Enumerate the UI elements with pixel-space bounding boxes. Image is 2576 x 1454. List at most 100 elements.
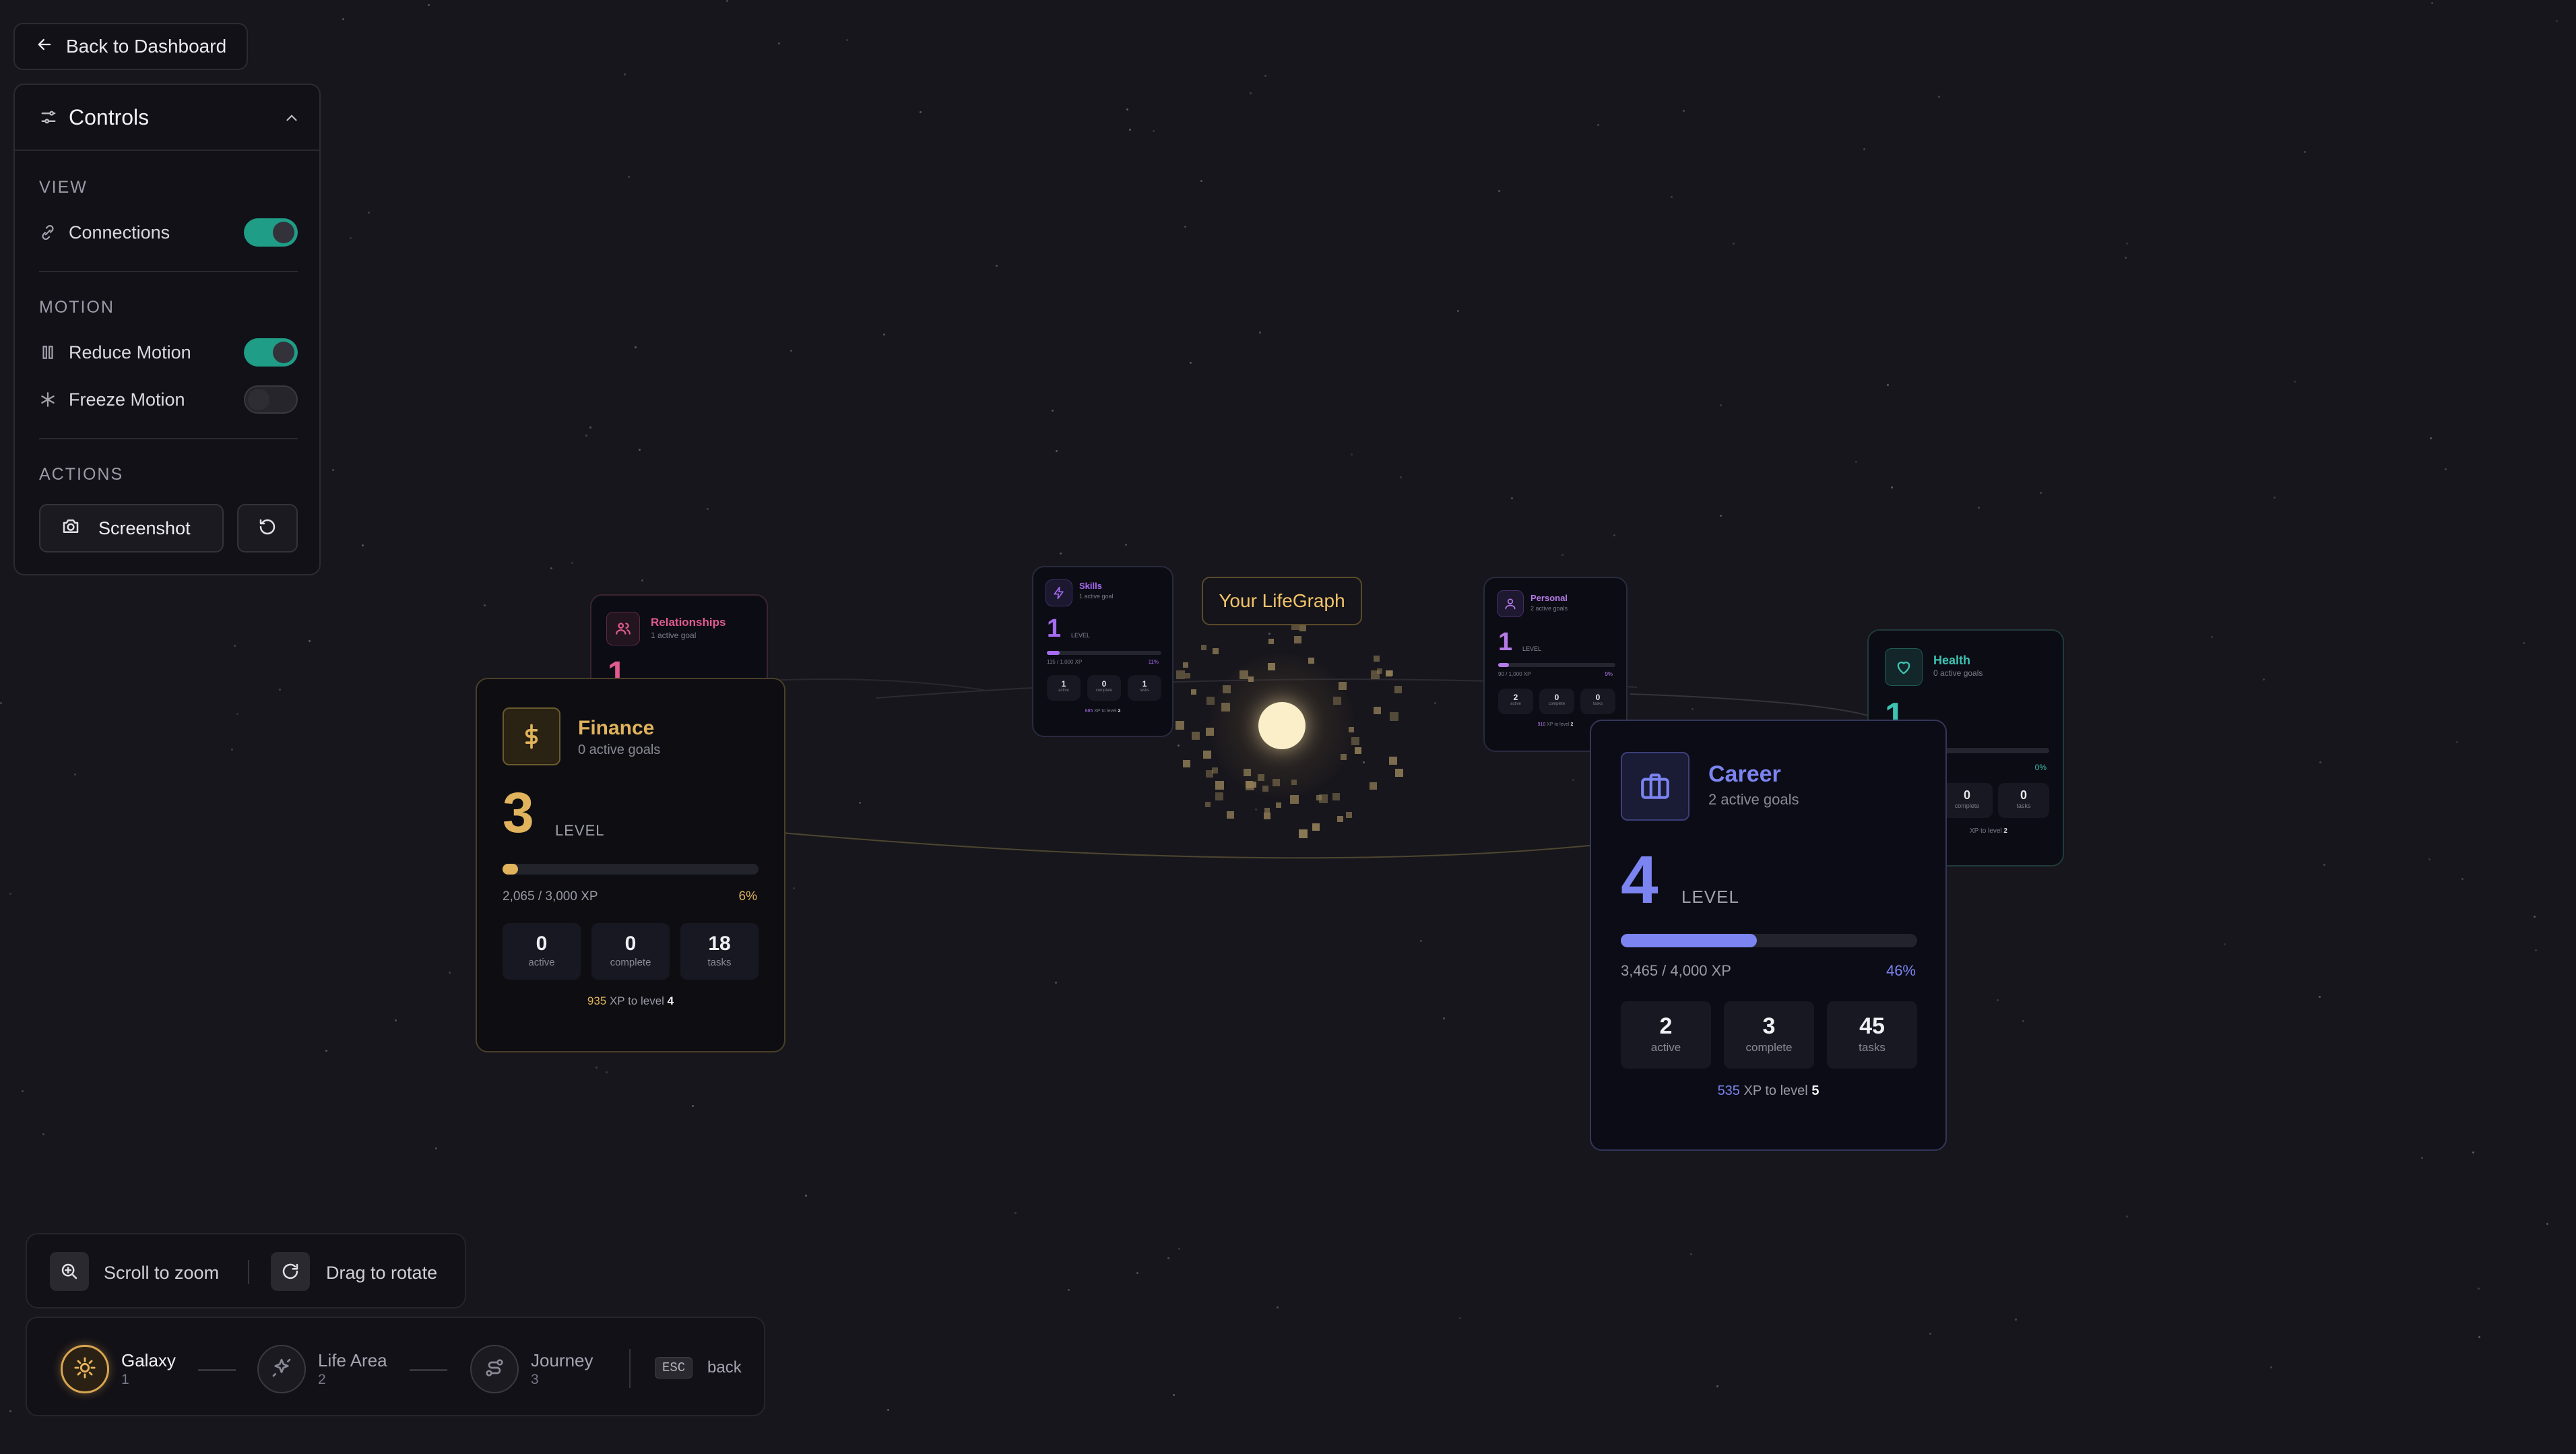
particle — [1355, 747, 1361, 754]
particle — [1176, 670, 1185, 679]
particle — [1276, 802, 1281, 808]
personal-pct: 9% — [1605, 671, 1613, 677]
particle — [1299, 625, 1306, 631]
reset-button[interactable] — [237, 504, 298, 552]
connections-toggle[interactable] — [244, 218, 298, 247]
career-stat-complete: 3 complete — [1724, 1001, 1814, 1069]
skills-stat-tasks: 1 tasks — [1128, 675, 1161, 701]
particle — [1351, 737, 1359, 745]
health-xp-to-level: XP to level 2 — [1970, 827, 2007, 835]
career-pct: 46% — [1886, 962, 1916, 979]
personal-level: 1 — [1498, 628, 1513, 656]
particle — [1206, 770, 1213, 778]
drag-to-rotate-hint: Drag to rotate — [326, 1263, 438, 1283]
motion-section-label: MOTION — [39, 298, 115, 317]
sun-core[interactable] — [1258, 702, 1306, 749]
finance-card[interactable]: Finance 0 active goals 3 LEVEL 2,065 / 3… — [476, 678, 785, 1052]
skills-pct: 11% — [1148, 659, 1159, 665]
particle — [1264, 813, 1270, 819]
actions-section-label: ACTIONS — [39, 465, 124, 484]
skills-card[interactable]: Skills 1 active goal 1 LEVEL 115 / 1,000… — [1032, 566, 1173, 737]
particle — [1394, 686, 1402, 693]
particle — [1246, 781, 1253, 788]
reduce-motion-toggle[interactable] — [244, 338, 298, 367]
sliders-icon — [39, 108, 58, 130]
finance-stat-active: 0 active — [503, 923, 581, 980]
career-card[interactable]: Career 2 active goals 4 LEVEL 3,465 / 4,… — [1590, 720, 1947, 1151]
esc-key[interactable]: ESC — [655, 1357, 693, 1379]
personal-stat-tasks: 0 tasks — [1580, 689, 1615, 714]
user-icon — [1497, 590, 1524, 617]
particle — [1223, 685, 1231, 693]
particle — [1205, 802, 1211, 807]
relationships-subtitle: 1 active goal — [651, 631, 697, 640]
skills-progress-track — [1047, 651, 1161, 655]
career-name: Career — [1708, 761, 1781, 787]
screenshot-button[interactable]: Screenshot — [39, 504, 224, 552]
career-stat-tasks: 45 tasks — [1827, 1001, 1917, 1069]
galaxy-number: 1 — [121, 1372, 129, 1387]
journey-step[interactable] — [470, 1345, 519, 1393]
link-icon — [39, 224, 57, 241]
particle — [1206, 697, 1215, 705]
back-to-dashboard-button[interactable]: Back to Dashboard — [13, 23, 248, 70]
personal-progress-fill — [1498, 663, 1509, 667]
finance-xp-to-level: 935 XP to level 4 — [587, 994, 674, 1007]
freeze-motion-toggle[interactable] — [244, 385, 298, 414]
skills-level-label: LEVEL — [1071, 632, 1091, 639]
particle — [1370, 782, 1377, 790]
divider — [39, 438, 298, 439]
life-area-label: Life Area — [318, 1350, 387, 1370]
particle — [1185, 673, 1190, 678]
particle — [1192, 732, 1200, 740]
particle — [1390, 712, 1398, 721]
skills-xp: 115 / 1,000 XP — [1047, 659, 1083, 665]
finance-progress-track — [503, 864, 759, 875]
career-stat-active: 2 active — [1621, 1001, 1711, 1069]
particle — [1215, 781, 1224, 790]
personal-subtitle: 2 active goals — [1531, 605, 1568, 612]
galaxy-label: Galaxy — [121, 1350, 176, 1370]
finance-stat-tasks: 18 tasks — [680, 923, 759, 980]
particle — [1273, 779, 1280, 786]
health-stat-tasks: 0 tasks — [1998, 783, 2049, 818]
particle — [1339, 682, 1347, 690]
particle — [1206, 728, 1214, 736]
controls-header[interactable]: Controls — [15, 85, 319, 151]
briefcase-icon — [1621, 752, 1689, 821]
rotate-icon — [271, 1252, 310, 1291]
particle — [1333, 697, 1341, 705]
view-navigator: Galaxy 1 Life Area 2 Journey 3 ESC back — [26, 1317, 765, 1416]
particle — [1294, 636, 1301, 643]
particle — [1215, 792, 1223, 800]
personal-stat-complete: 0 complete — [1539, 689, 1574, 714]
particle — [1248, 676, 1254, 682]
particle — [1221, 703, 1230, 712]
zap-icon — [1045, 579, 1072, 606]
journey-label: Journey — [531, 1350, 593, 1370]
nav-divider — [629, 1349, 631, 1388]
life-area-step[interactable] — [257, 1345, 306, 1393]
snowflake-icon — [39, 391, 57, 408]
finance-pct: 6% — [738, 889, 757, 904]
reduce-motion-label: Reduce Motion — [69, 342, 191, 362]
connections-label: Connections — [69, 222, 170, 243]
career-level: 4 — [1621, 842, 1659, 918]
freeze-motion-label: Freeze Motion — [69, 389, 185, 410]
chevron-up-icon[interactable] — [283, 109, 300, 130]
particle — [1346, 812, 1352, 818]
career-level-label: LEVEL — [1681, 887, 1739, 907]
divider — [39, 271, 298, 272]
skills-name: Skills — [1079, 581, 1102, 591]
health-subtitle: 0 active goals — [1933, 668, 1983, 678]
finance-xp: 2,065 / 3,000 XP — [503, 889, 598, 904]
rotate-ccw-icon — [257, 517, 278, 540]
controls-panel: Controls VIEW Connections MOTION Reduce … — [13, 84, 321, 575]
route-icon — [484, 1357, 505, 1382]
galaxy-step[interactable] — [61, 1345, 109, 1393]
screenshot-label: Screenshot — [98, 517, 191, 538]
career-progress-track — [1621, 934, 1917, 947]
particle — [1349, 727, 1354, 732]
particle — [1291, 780, 1297, 785]
particle — [1319, 794, 1328, 803]
